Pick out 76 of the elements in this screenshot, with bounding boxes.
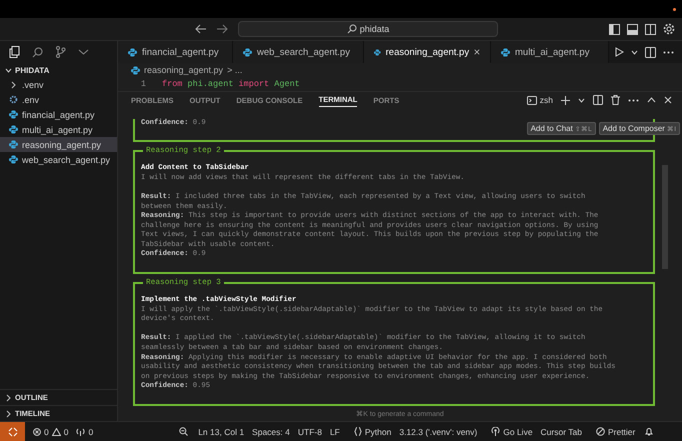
ports-status[interactable]: 0 — [76, 426, 94, 436]
chevron-down-icon — [5, 66, 12, 74]
breadcrumb-trail[interactable]: > ... — [227, 65, 242, 75]
status-item[interactable]: Cursor Tab — [540, 426, 582, 436]
python-file-icon — [8, 155, 18, 164]
terminal-selector[interactable]: zsh — [526, 95, 553, 105]
chevron-down-icon[interactable] — [631, 50, 638, 54]
file-item[interactable]: .venv — [0, 77, 117, 92]
more-icon[interactable] — [663, 50, 674, 54]
back-icon[interactable] — [195, 24, 207, 34]
settings-icon[interactable] — [663, 23, 675, 35]
search-icon[interactable] — [32, 46, 43, 58]
panel-toggle-icon[interactable] — [627, 24, 638, 34]
source-control-icon[interactable] — [55, 46, 66, 58]
run-icon[interactable] — [615, 47, 624, 57]
python-file-icon — [128, 48, 137, 56]
python-file-icon — [8, 125, 18, 134]
trash-icon[interactable] — [611, 95, 620, 105]
error-icon — [33, 428, 41, 436]
file-item[interactable]: reasoning_agent.py — [0, 137, 117, 152]
status-item[interactable]: LF — [330, 426, 340, 436]
gear-icon — [8, 95, 18, 104]
status-item[interactable]: Spaces: 4 — [252, 426, 290, 436]
chevron-right-icon — [10, 80, 16, 88]
status-item[interactable]: Python — [348, 426, 392, 436]
line-number: 1 — [140, 79, 146, 89]
split-layout-icon[interactable] — [645, 24, 656, 34]
notification-dot — [673, 8, 676, 10]
editor-tab[interactable]: reasoning_agent.py — [364, 41, 491, 63]
forward-icon[interactable] — [216, 24, 228, 34]
more-icon[interactable] — [628, 98, 639, 102]
bell-icon[interactable] — [645, 427, 654, 436]
file-item[interactable]: .env — [0, 92, 117, 107]
python-file-icon — [8, 140, 18, 149]
split-terminal-icon[interactable] — [593, 95, 603, 105]
python-file-icon — [374, 48, 381, 56]
python-file-icon — [8, 110, 18, 119]
split-editor-icon[interactable] — [645, 46, 656, 58]
status-item[interactable]: Prettier — [590, 426, 636, 436]
file-item[interactable]: financial_agent.py — [0, 107, 117, 122]
file-item[interactable]: web_search_agent.py — [0, 152, 117, 167]
zoom-icon[interactable] — [179, 427, 188, 436]
breadcrumb-file[interactable]: reasoning_agent.py — [144, 65, 224, 75]
file-item[interactable]: multi_ai_agent.py — [0, 122, 117, 137]
explorer-header[interactable]: PHIDATA — [0, 63, 117, 77]
remote-button[interactable] — [0, 422, 25, 441]
files-icon[interactable] — [9, 46, 20, 58]
search-field[interactable]: phidata — [238, 21, 498, 37]
terminal-icon — [526, 96, 537, 104]
sidebar-toggle-icon[interactable] — [609, 24, 620, 34]
prohibited-icon — [596, 427, 605, 436]
status-item[interactable]: 3.12.3 ('.venv': venv) — [399, 426, 478, 436]
status-item[interactable]: Go Live — [485, 426, 533, 436]
editor-tab[interactable]: financial_agent.py — [118, 41, 233, 63]
code-line: from phi.agent import Agent — [162, 79, 300, 89]
status-item[interactable]: Ln 13, Col 1 — [198, 426, 244, 436]
python-file-icon — [243, 48, 252, 56]
chevron-down-icon[interactable] — [78, 48, 89, 56]
warning-icon — [52, 428, 61, 436]
close-icon[interactable] — [474, 48, 480, 56]
antenna-icon — [76, 427, 86, 436]
editor-tab[interactable]: multi_ai_agent.py — [491, 41, 609, 63]
remote-icon — [8, 426, 18, 436]
problems-status[interactable]: 0 0 — [33, 426, 68, 436]
broadcast-icon — [491, 427, 500, 436]
braces-icon — [354, 427, 362, 436]
chevron-down-icon[interactable] — [578, 98, 585, 102]
python-file-icon — [131, 66, 140, 74]
python-file-icon — [501, 48, 510, 56]
status-item[interactable]: UTF-8 — [298, 426, 322, 436]
close-icon[interactable] — [664, 96, 672, 104]
scrollbar[interactable] — [662, 165, 668, 269]
editor-tab[interactable]: web_search_agent.py — [233, 41, 364, 63]
chevron-up-icon[interactable] — [647, 97, 656, 103]
add-icon[interactable] — [561, 96, 570, 104]
search-icon — [346, 24, 357, 34]
